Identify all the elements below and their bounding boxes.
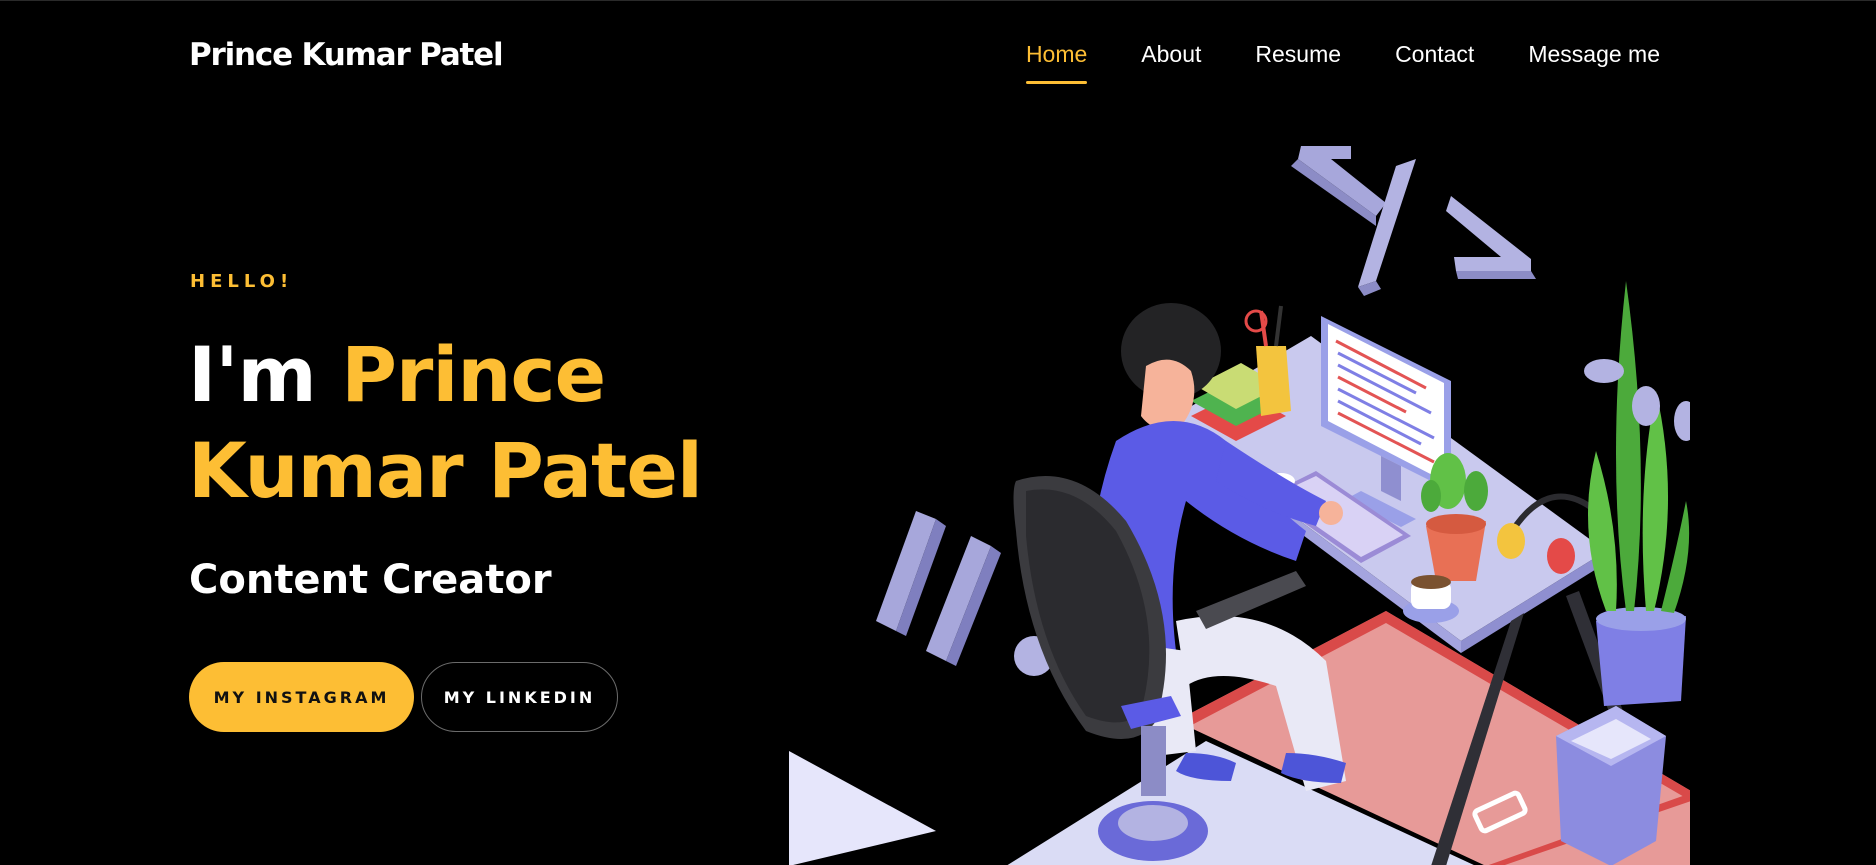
main-nav: Home About Resume Contact Message me [972,37,1660,84]
code-symbol [1291,146,1536,296]
developer-at-desk-illustration [789,146,1690,865]
nav-resume-link[interactable]: Resume [1255,37,1341,81]
hero-headline-prefix: I'm [188,330,342,419]
hero-greeting: HELLO! [190,271,294,292]
nav-contact-link[interactable]: Contact [1395,37,1474,81]
nav-message-me-link[interactable]: Message me [1528,37,1660,81]
nav-home-link[interactable]: Home [1025,37,1088,84]
site-logo[interactable]: Prince Kumar Patel [189,37,504,73]
trash-bin [1556,706,1666,865]
instagram-button[interactable]: MY INSTAGRAM [189,662,414,732]
hero-role: Content Creator [189,557,552,603]
page: Prince Kumar Patel Home About Resume Con… [0,0,1876,865]
cactus [1584,281,1690,706]
linkedin-button[interactable]: MY LINKEDIN [421,662,618,732]
hero-headline: I'm Prince Kumar Patel [188,327,748,519]
coffee-cup [1403,575,1459,623]
nav-about-link[interactable]: About [1141,37,1201,81]
